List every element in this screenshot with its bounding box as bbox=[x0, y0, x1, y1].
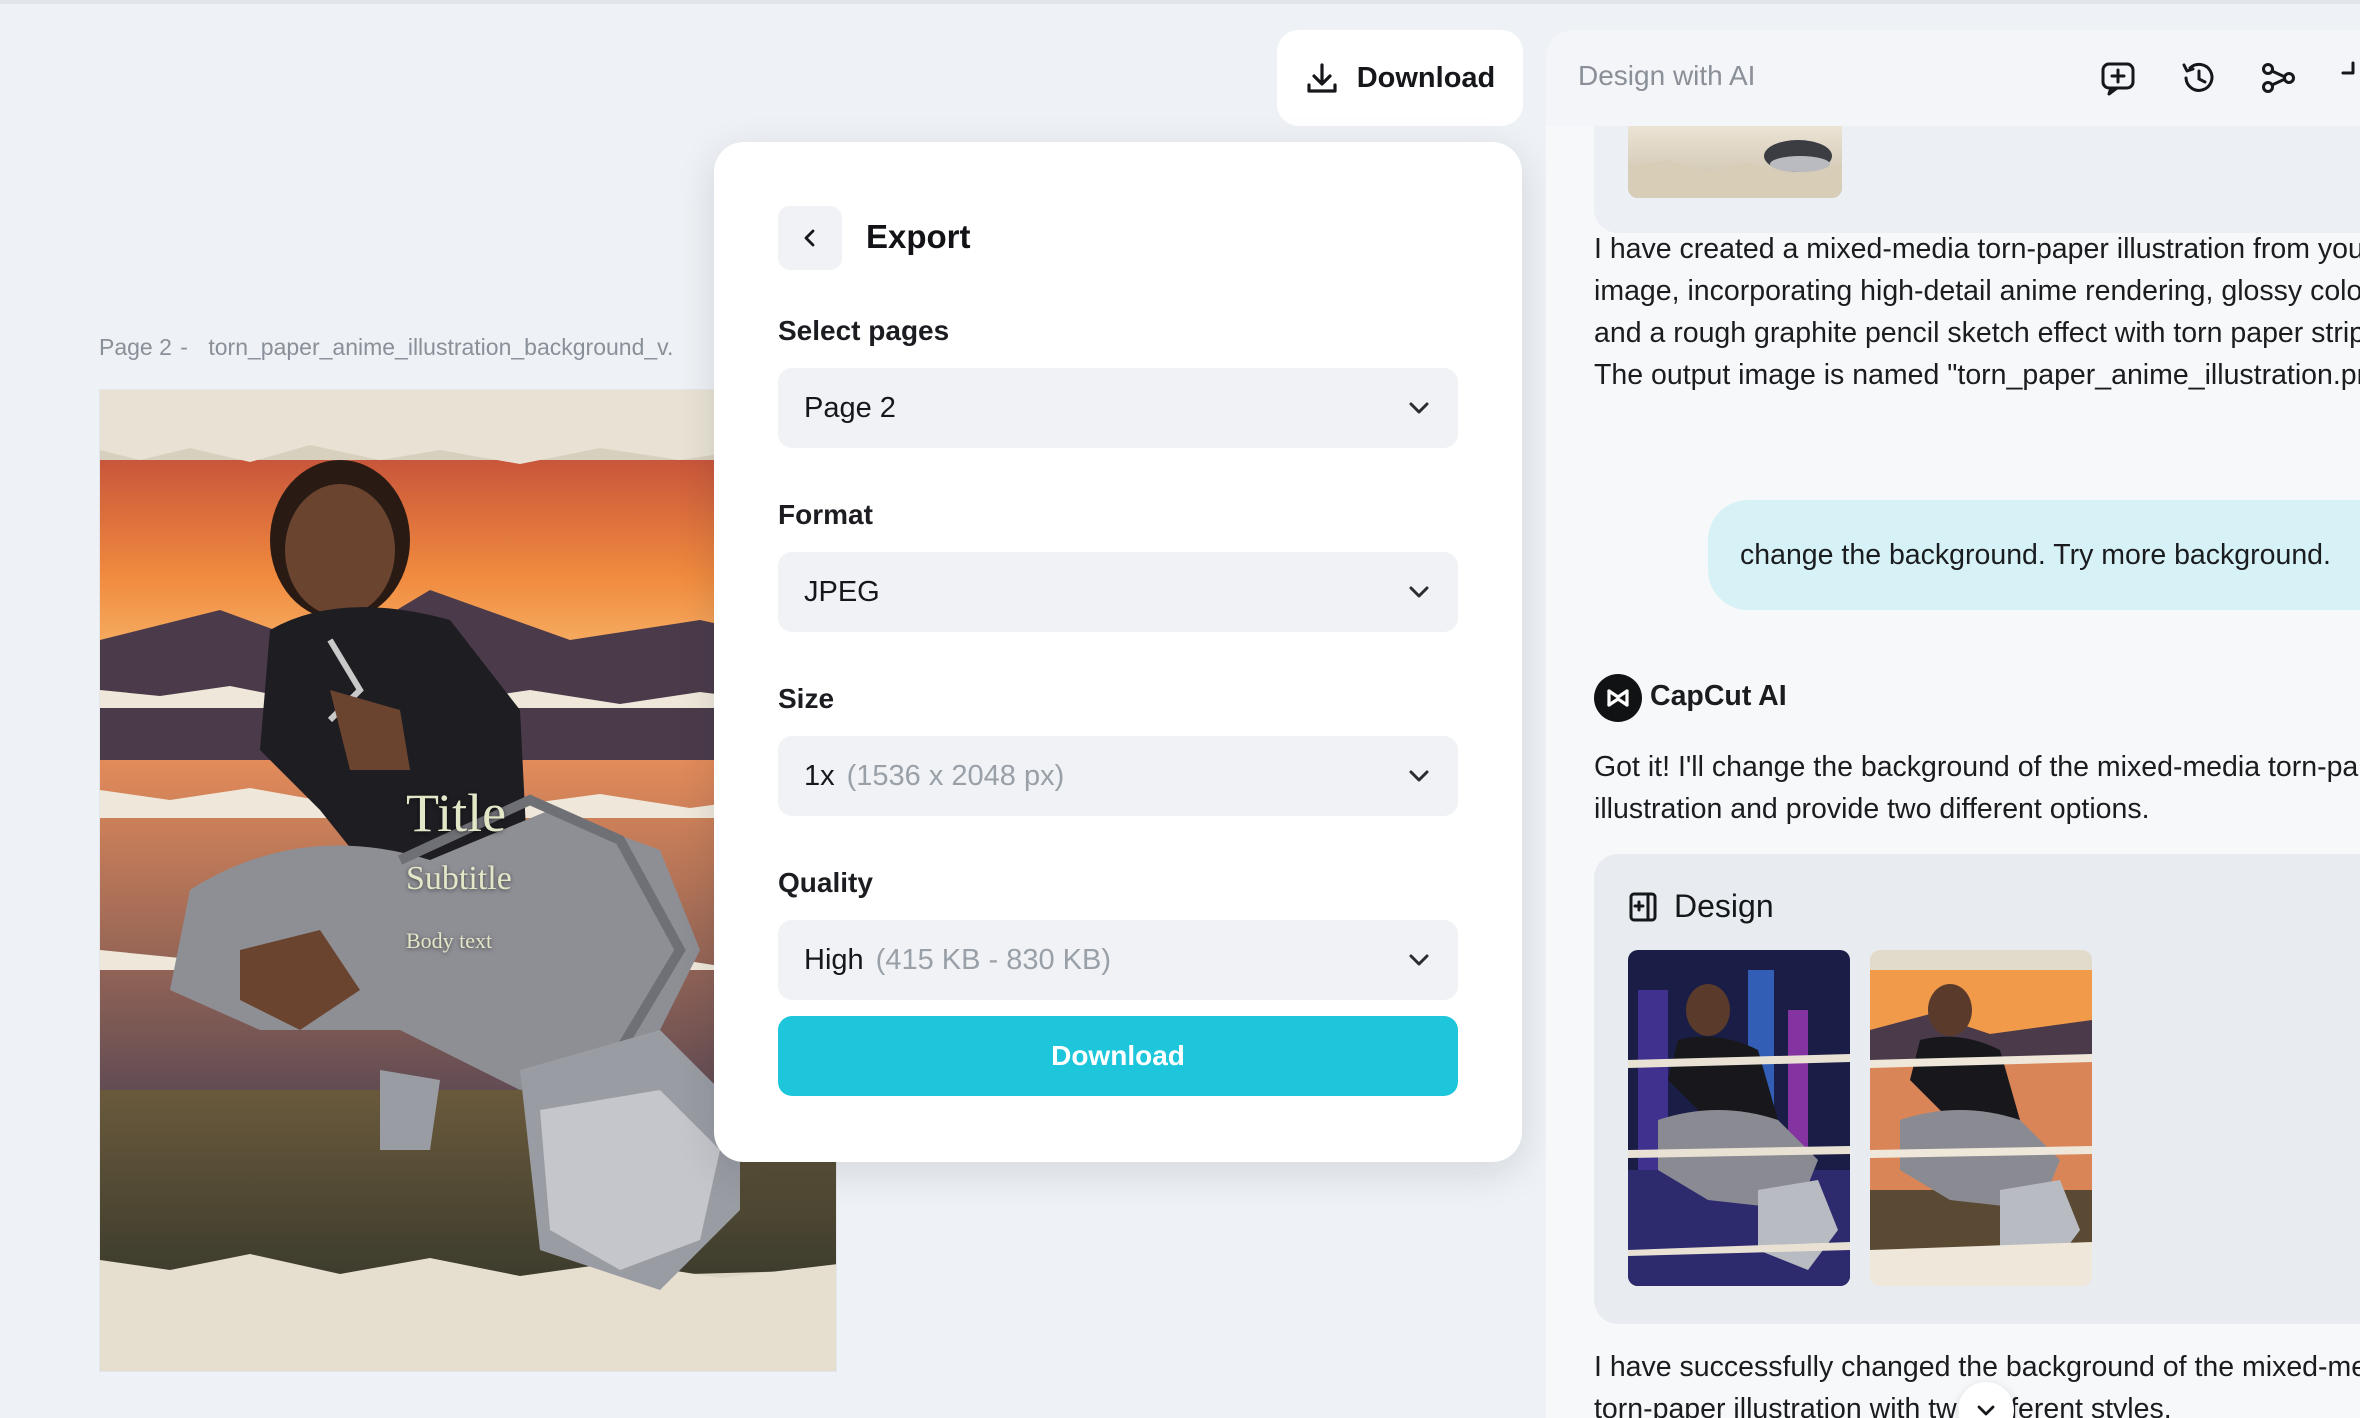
chevron-down-icon bbox=[1406, 763, 1432, 789]
chevron-down-icon bbox=[1974, 1398, 1998, 1418]
format-value: JPEG bbox=[804, 575, 880, 608]
user-message-bubble: change the background. Try more backgrou… bbox=[1708, 500, 2360, 610]
design-option-thumbnail[interactable] bbox=[1628, 950, 1850, 1286]
toolbar-download-label: Download bbox=[1356, 61, 1496, 94]
page-caption: Page 2 - torn_paper_anime_illustration_b… bbox=[99, 334, 673, 361]
capcut-logo-icon bbox=[1594, 674, 1642, 722]
assistant-name: CapCut AI bbox=[1650, 680, 1787, 712]
select-pages-value: Page 2 bbox=[804, 391, 896, 424]
export-title: Export bbox=[866, 218, 971, 255]
format-dropdown[interactable]: JPEG bbox=[778, 552, 1458, 632]
size-detail: (1536 x 2048 px) bbox=[846, 759, 1065, 792]
size-label: Size bbox=[778, 683, 835, 714]
ai-panel-header: Design with AI bbox=[1546, 30, 2360, 126]
size-value: 1x bbox=[804, 759, 835, 792]
back-button[interactable] bbox=[778, 206, 842, 270]
quality-detail: (415 KB - 830 KB) bbox=[875, 943, 1111, 976]
design-icon bbox=[1628, 891, 1660, 923]
format-label: Format bbox=[778, 499, 873, 530]
quality-dropdown[interactable]: High (415 KB - 830 KB) bbox=[778, 920, 1458, 1000]
chevron-down-icon bbox=[1406, 395, 1432, 421]
history-icon[interactable] bbox=[2178, 58, 2218, 98]
toolbar-download-button[interactable]: Download bbox=[1277, 30, 1523, 126]
design-body-text[interactable]: Body text bbox=[406, 928, 492, 954]
chevron-left-icon bbox=[799, 227, 821, 249]
design-subtitle-text[interactable]: Subtitle bbox=[406, 860, 512, 898]
chevron-down-icon bbox=[1406, 579, 1432, 605]
export-download-button[interactable]: Download bbox=[778, 1016, 1458, 1096]
new-chat-icon[interactable] bbox=[2098, 58, 2138, 98]
share-icon[interactable] bbox=[2258, 58, 2298, 98]
collapse-icon[interactable] bbox=[2338, 58, 2360, 98]
design-title-text[interactable]: Title bbox=[406, 782, 506, 844]
page-label: Page 2 bbox=[99, 334, 172, 360]
ai-message-2: Got it! I'll change the background of th… bbox=[1594, 751, 2360, 825]
ai-panel-title: Design with AI bbox=[1578, 60, 1756, 91]
quality-value: High bbox=[804, 943, 864, 976]
chevron-down-icon bbox=[1406, 947, 1432, 973]
design-results-card: Design bbox=[1594, 854, 2360, 1324]
ai-message-1: I have created a mixed-media torn-paper … bbox=[1594, 233, 2360, 391]
design-card-title: Design bbox=[1674, 888, 1774, 924]
caption-separator: - bbox=[180, 334, 188, 360]
select-pages-dropdown[interactable]: Page 2 bbox=[778, 368, 1458, 448]
design-card-header: Design bbox=[1628, 888, 1774, 925]
size-dropdown[interactable]: 1x (1536 x 2048 px) bbox=[778, 736, 1458, 816]
design-option-thumbnail[interactable] bbox=[1870, 950, 2092, 1286]
export-panel: Export Select pages Page 2 Format JPEG S… bbox=[714, 142, 1522, 1162]
select-pages-label: Select pages bbox=[778, 315, 950, 346]
top-border bbox=[0, 0, 2360, 4]
page-file-name[interactable]: torn_paper_anime_illustration_background… bbox=[208, 334, 673, 360]
quality-label: Quality bbox=[778, 867, 873, 898]
download-icon bbox=[1305, 61, 1339, 95]
previous-design-thumbnail[interactable] bbox=[1628, 126, 1842, 198]
